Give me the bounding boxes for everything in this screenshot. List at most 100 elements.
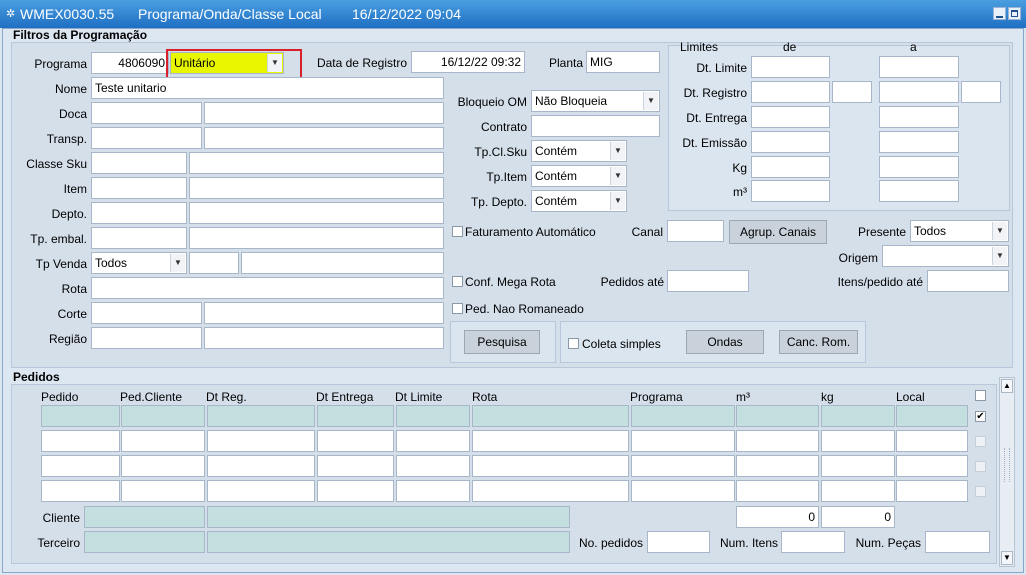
row-select-checkbox[interactable] xyxy=(975,436,986,447)
cell-kg[interactable] xyxy=(821,480,895,502)
cell-programa[interactable] xyxy=(631,480,735,502)
cell-ped-cliente[interactable] xyxy=(121,430,205,452)
dt-limite-de-input[interactable] xyxy=(751,56,830,78)
canc-rom-button[interactable]: Canc. Rom. xyxy=(779,330,858,354)
cell-kg[interactable] xyxy=(821,405,895,427)
cell-ped-cliente[interactable] xyxy=(121,480,205,502)
ped-nao-romaneado-checkbox[interactable] xyxy=(452,303,463,314)
bloqueio-om-select[interactable]: Não Bloqueia ▼ xyxy=(531,90,660,112)
tp-venda-desc-input[interactable] xyxy=(241,252,444,274)
select-all-checkbox[interactable] xyxy=(975,390,986,401)
cell-local[interactable] xyxy=(896,405,968,427)
coleta-simples-checkbox[interactable] xyxy=(568,338,579,349)
dt-emissao-de-input[interactable] xyxy=(751,131,830,153)
cell-m3[interactable] xyxy=(736,405,819,427)
scroll-grip-icon[interactable] xyxy=(1004,448,1010,482)
dt-limite-a-input[interactable] xyxy=(879,56,959,78)
cell-local[interactable] xyxy=(896,430,968,452)
chevron-down-icon[interactable]: ▼ xyxy=(170,254,185,272)
contrato-input[interactable] xyxy=(531,115,660,137)
cell-dt-entrega[interactable] xyxy=(317,405,394,427)
tp-cl-sku-select[interactable]: Contém ▼ xyxy=(531,140,627,162)
cell-ped-cliente[interactable] xyxy=(121,455,205,477)
cell-pedido[interactable] xyxy=(41,480,120,502)
chevron-down-icon[interactable]: ▼ xyxy=(610,167,625,185)
dt-registro-a-hora-input[interactable] xyxy=(961,81,1001,103)
cell-dt-entrega[interactable] xyxy=(317,455,394,477)
scroll-up-icon[interactable]: ▲ xyxy=(1001,379,1013,393)
cell-local[interactable] xyxy=(896,455,968,477)
kg-de-input[interactable] xyxy=(751,156,830,178)
tp-venda-code-input[interactable] xyxy=(189,252,239,274)
cell-dt-reg[interactable] xyxy=(207,480,315,502)
regiao-desc-input[interactable] xyxy=(204,327,444,349)
cell-rota[interactable] xyxy=(472,480,629,502)
cell-pedido[interactable] xyxy=(41,405,120,427)
cell-rota[interactable] xyxy=(472,405,629,427)
cell-programa[interactable] xyxy=(631,405,735,427)
chevron-down-icon[interactable]: ▼ xyxy=(992,247,1007,265)
cell-m3[interactable] xyxy=(736,480,819,502)
classe-sku-code-input[interactable] xyxy=(91,152,187,174)
itens-pedido-ate-input[interactable] xyxy=(927,270,1009,292)
cell-programa[interactable] xyxy=(631,430,735,452)
doca-desc-input[interactable] xyxy=(204,102,444,124)
row-select-checkbox[interactable]: ✔ xyxy=(975,411,986,422)
data-registro-input[interactable]: 16/12/22 09:32 xyxy=(411,51,525,73)
cell-dt-reg[interactable] xyxy=(207,455,315,477)
cell-dt-limite[interactable] xyxy=(396,455,470,477)
dt-emissao-a-input[interactable] xyxy=(879,131,959,153)
minimize-button[interactable] xyxy=(993,7,1006,20)
tp-depto-select[interactable]: Contém ▼ xyxy=(531,190,627,212)
depto-desc-input[interactable] xyxy=(189,202,444,224)
regiao-code-input[interactable] xyxy=(91,327,202,349)
m3-de-input[interactable] xyxy=(751,180,830,202)
chevron-down-icon[interactable]: ▼ xyxy=(643,92,658,110)
cell-dt-reg[interactable] xyxy=(207,430,315,452)
conf-mega-rota-checkbox[interactable] xyxy=(452,276,463,287)
faturamento-automatico-checkbox[interactable] xyxy=(452,226,463,237)
pesquisa-button[interactable]: Pesquisa xyxy=(464,330,540,354)
corte-code-input[interactable] xyxy=(91,302,202,324)
corte-desc-input[interactable] xyxy=(204,302,444,324)
cell-rota[interactable] xyxy=(472,430,629,452)
rota-input[interactable] xyxy=(91,277,444,299)
canal-input[interactable] xyxy=(667,220,724,242)
dt-entrega-a-input[interactable] xyxy=(879,106,959,128)
tp-embal-desc-input[interactable] xyxy=(189,227,444,249)
origem-select[interactable]: ▼ xyxy=(882,245,1009,267)
m3-a-input[interactable] xyxy=(879,180,959,202)
pedidos-ate-input[interactable] xyxy=(667,270,749,292)
row-select-checkbox[interactable] xyxy=(975,461,986,472)
dt-registro-a-input[interactable] xyxy=(879,81,959,103)
classe-sku-desc-input[interactable] xyxy=(189,152,444,174)
row-select-checkbox[interactable] xyxy=(975,486,986,497)
planta-input[interactable]: MIG xyxy=(586,51,660,73)
depto-code-input[interactable] xyxy=(91,202,187,224)
cell-ped-cliente[interactable] xyxy=(121,405,205,427)
cell-programa[interactable] xyxy=(631,455,735,477)
cell-dt-entrega[interactable] xyxy=(317,480,394,502)
cell-m3[interactable] xyxy=(736,430,819,452)
cell-dt-limite[interactable] xyxy=(396,480,470,502)
tp-venda-select[interactable]: Todos ▼ xyxy=(91,252,187,274)
chevron-down-icon[interactable]: ▼ xyxy=(610,142,625,160)
cell-kg[interactable] xyxy=(821,430,895,452)
transp-code-input[interactable] xyxy=(91,127,202,149)
kg-a-input[interactable] xyxy=(879,156,959,178)
programa-input[interactable]: 4806090 xyxy=(91,52,169,74)
pedidos-scrollbar[interactable]: ▲ ▼ xyxy=(999,377,1015,567)
cell-pedido[interactable] xyxy=(41,455,120,477)
scroll-down-icon[interactable]: ▼ xyxy=(1001,551,1013,565)
agrup-canais-button[interactable]: Agrup. Canais xyxy=(729,220,827,244)
item-code-input[interactable] xyxy=(91,177,187,199)
dt-entrega-de-input[interactable] xyxy=(751,106,830,128)
tp-embal-code-input[interactable] xyxy=(91,227,187,249)
cell-dt-entrega[interactable] xyxy=(317,430,394,452)
item-desc-input[interactable] xyxy=(189,177,444,199)
tp-item-select[interactable]: Contém ▼ xyxy=(531,165,627,187)
transp-desc-input[interactable] xyxy=(204,127,444,149)
nome-input[interactable]: Teste unitario xyxy=(91,77,444,99)
cell-kg[interactable] xyxy=(821,455,895,477)
dt-registro-de-input[interactable] xyxy=(751,81,830,103)
